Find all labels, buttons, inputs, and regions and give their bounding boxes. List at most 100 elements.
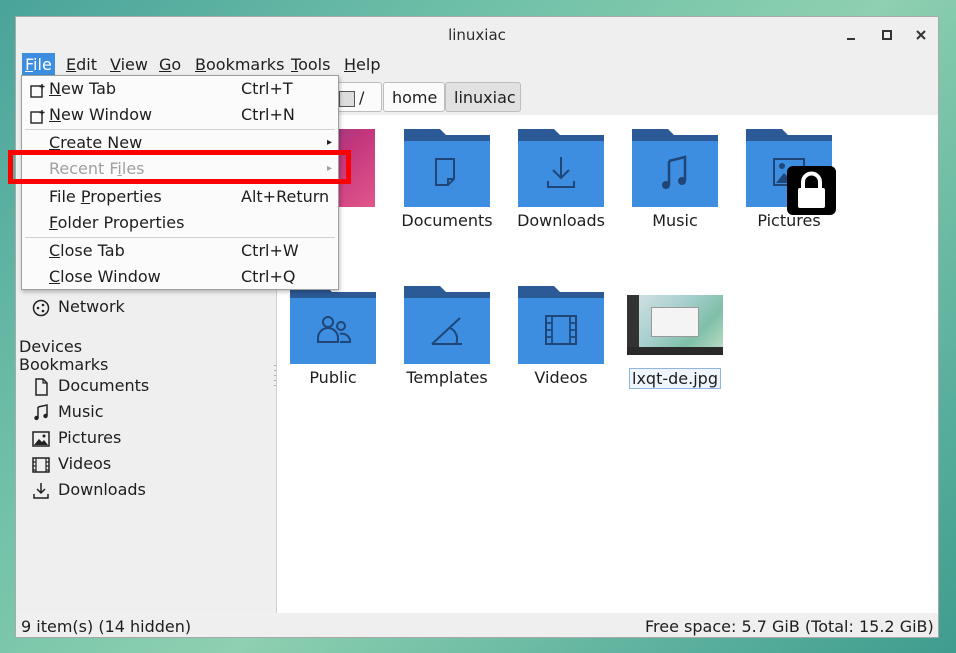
sidebar-item-label: Network xyxy=(58,297,125,316)
menu-item-file-properties[interactable]: File Properties Alt+Return xyxy=(22,184,338,210)
close-window-label: lose Window xyxy=(60,267,161,286)
close-window-mnemonic: C xyxy=(49,267,61,286)
sidebar-item-pictures[interactable]: Pictures xyxy=(32,426,121,450)
new-tab-label: ew Tab xyxy=(60,79,117,98)
close-icon[interactable] xyxy=(912,26,930,44)
menu-item-close-window[interactable]: Close Window Ctrl+Q xyxy=(22,264,338,290)
close-window-shortcut: Ctrl+Q xyxy=(241,267,296,286)
folder-icon xyxy=(518,286,604,364)
menu-tools[interactable]: Tools xyxy=(288,53,333,77)
menu-item-new-tab[interactable]: New Tab Ctrl+T xyxy=(22,76,338,102)
file-item-label: Documents xyxy=(401,211,493,230)
download-icon xyxy=(32,482,50,500)
folder-properties-mnemonic: F xyxy=(49,213,58,232)
new-window-icon xyxy=(30,107,46,124)
folder-icon xyxy=(518,129,604,207)
sidebar-item-network[interactable]: Network xyxy=(32,295,125,319)
sidebar-item-label: Downloads xyxy=(58,480,146,499)
menu-bookmarks[interactable]: Bookmarks xyxy=(192,53,287,77)
folder-icon xyxy=(404,129,490,207)
new-tab-icon xyxy=(30,81,46,98)
path-current-button[interactable]: linuxiac xyxy=(445,82,521,112)
new-window-shortcut: Ctrl+N xyxy=(241,105,295,124)
file-item-label: Videos xyxy=(534,368,588,387)
menu-item-new-window[interactable]: New Window Ctrl+N xyxy=(22,102,338,128)
file-properties-label: File xyxy=(49,187,81,206)
file-view: top Documents Downloads Music xyxy=(276,115,938,613)
folder-icon xyxy=(290,286,376,364)
file-item-downloads[interactable]: Downloads xyxy=(506,129,616,230)
status-bar: 9 item(s) (14 hidden) Free space: 5.7 Gi… xyxy=(16,617,938,637)
menu-bar: File Edit View Go Bookmarks Tools Help xyxy=(16,53,938,77)
menu-file[interactable]: File xyxy=(22,53,55,77)
menu-edit-mnemonic: E xyxy=(66,55,77,74)
minimize-icon[interactable] xyxy=(842,26,860,44)
sidebar-item-videos[interactable]: Videos xyxy=(32,452,111,476)
music-icon xyxy=(32,403,50,422)
new-window-mnemonic: N xyxy=(49,105,61,124)
bookmarks-heading: Bookmarks xyxy=(19,355,109,374)
menu-item-folder-properties[interactable]: Folder Properties xyxy=(22,210,338,236)
file-item-videos[interactable]: Videos xyxy=(506,286,616,387)
file-item-image[interactable]: lxqt-de.jpg xyxy=(620,286,730,389)
close-tab-shortcut: Ctrl+W xyxy=(241,241,299,260)
devices-heading: Devices xyxy=(19,337,83,356)
menu-help-mnemonic: H xyxy=(344,55,357,74)
sidebar-item-documents[interactable]: Documents xyxy=(32,374,149,398)
file-item-label: Public xyxy=(309,368,357,387)
close-tab-mnemonic: C xyxy=(49,241,61,260)
file-item-label: lxqt-de.jpg xyxy=(629,368,721,389)
title-bar[interactable]: linuxiac xyxy=(16,17,938,53)
document-icon xyxy=(32,377,50,396)
maximize-icon[interactable] xyxy=(878,26,896,44)
close-tab-label: lose Tab xyxy=(60,241,125,260)
network-icon xyxy=(32,299,50,317)
new-tab-shortcut: Ctrl+T xyxy=(241,79,293,98)
menu-tools-label: ools xyxy=(298,55,331,74)
menu-edit[interactable]: Edit xyxy=(63,53,100,77)
file-item-music[interactable]: Music xyxy=(620,129,730,230)
folder-properties-label: older Properties xyxy=(57,213,185,232)
file-item-public[interactable]: Public xyxy=(278,286,388,387)
image-thumbnail xyxy=(627,295,723,355)
menu-view[interactable]: View xyxy=(107,53,151,77)
file-item-templates[interactable]: Templates xyxy=(392,286,502,387)
menu-view-label: iew xyxy=(120,55,148,74)
menu-bookmarks-label: ookmarks xyxy=(205,55,285,74)
menu-tools-mnemonic: T xyxy=(291,55,299,74)
menu-file-label: ile xyxy=(33,55,52,74)
menu-go-label: o xyxy=(171,55,182,74)
new-tab-mnemonic: N xyxy=(49,79,61,98)
menu-edit-label: dit xyxy=(76,55,97,74)
menu-help-label: elp xyxy=(356,55,381,74)
menu-go-mnemonic: G xyxy=(159,55,172,74)
path-home-button[interactable]: home xyxy=(383,82,445,112)
new-window-label: ew Window xyxy=(60,105,153,124)
path-root-label: / xyxy=(359,88,365,107)
menu-bookmarks-mnemonic: B xyxy=(195,55,206,74)
window-title: linuxiac xyxy=(448,26,506,44)
menu-item-close-tab[interactable]: Close Tab Ctrl+W xyxy=(22,238,338,264)
folder-icon xyxy=(404,286,490,364)
file-properties-shortcut: Alt+Return xyxy=(241,187,330,206)
sidebar-item-music[interactable]: Music xyxy=(32,400,104,424)
path-current-label: linuxiac xyxy=(454,88,516,107)
sidebar-item-label: Videos xyxy=(58,454,112,473)
highlight-box xyxy=(8,150,351,184)
file-item-label: Music xyxy=(652,211,698,230)
status-free-space: Free space: 5.7 GiB (Total: 15.2 GiB) xyxy=(645,617,934,636)
sidebar-item-label: Documents xyxy=(58,376,150,395)
menu-go[interactable]: Go xyxy=(156,53,184,77)
drive-icon xyxy=(339,90,355,107)
sidebar-item-label: Music xyxy=(58,402,104,421)
path-home-label: home xyxy=(392,88,438,107)
file-item-documents[interactable]: Documents xyxy=(392,129,502,230)
sidebar-item-downloads[interactable]: Downloads xyxy=(32,478,146,502)
file-item-label: Downloads xyxy=(517,211,605,230)
film-icon xyxy=(32,456,50,474)
sidebar-item-label: Pictures xyxy=(58,428,122,447)
menu-help[interactable]: Help xyxy=(341,53,383,77)
file-properties-mnemonic: P xyxy=(80,187,91,206)
lock-icon xyxy=(787,166,836,215)
file-item-label: Templates xyxy=(406,368,488,387)
